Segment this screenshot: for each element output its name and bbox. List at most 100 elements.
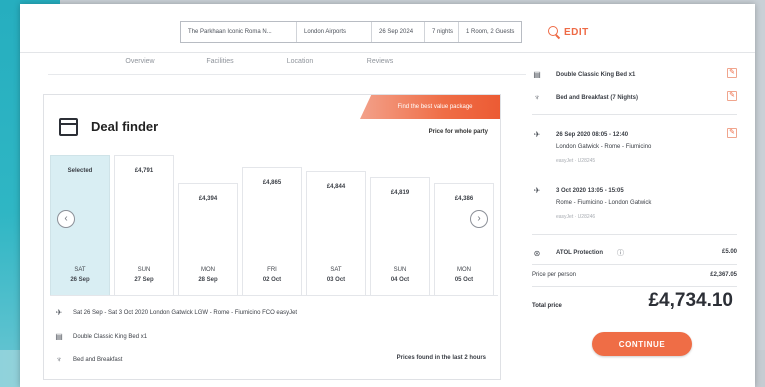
tab-overview[interactable]: Overview <box>100 58 180 65</box>
day-price: £4,844 <box>326 184 346 190</box>
tab-facilities[interactable]: Facilities <box>180 58 260 65</box>
best-value-banner[interactable]: Find the best value package <box>360 95 500 119</box>
day-weekday: SAT <box>74 267 86 273</box>
day-price: £4,865 <box>262 180 282 186</box>
edit-label: EDIT <box>564 26 589 38</box>
day-weekday: SUN <box>137 267 151 273</box>
inbound-flight-number: easyJet · U28246 <box>556 214 596 220</box>
tab-location[interactable]: Location <box>260 58 340 65</box>
day-date: 03 Oct <box>326 277 346 283</box>
room-summary-row: ▤ Double Classic King Bed x1 <box>54 332 147 341</box>
atol-label: ATOL Protection <box>556 250 604 256</box>
board-summary: Bed and Breakfast <box>73 356 123 363</box>
booking-window: The Parkhaan Iconic Roma N... London Air… <box>20 4 755 387</box>
atol-value: £5.00 <box>721 249 737 255</box>
room-summary: Double Classic King Bed x1 <box>73 333 148 340</box>
previous-dates-button[interactable]: ‹ <box>57 210 75 228</box>
next-dates-button[interactable]: › <box>470 210 488 228</box>
outbound-date-time: 26 Sep 2020 08:05 - 12:40 <box>556 131 629 138</box>
day-option[interactable]: £4,865 FRI 02 Oct <box>242 167 302 295</box>
continue-button[interactable]: CONTINUE <box>592 332 692 356</box>
calendar-icon <box>59 118 78 136</box>
day-price: £4,819 <box>390 190 410 196</box>
board-summary-row: ♆ Bed and Breakfast <box>54 355 122 364</box>
day-price: Selected <box>67 168 93 174</box>
tab-reviews[interactable]: Reviews <box>340 58 420 65</box>
day-date: 05 Oct <box>454 277 474 283</box>
chevron-left-icon: ‹ <box>64 213 68 224</box>
per-person-value: £2,367.05 <box>710 272 737 278</box>
day-date: 28 Sep <box>198 277 218 283</box>
rooms-chip[interactable]: 1 Room, 2 Guests <box>459 22 521 42</box>
hotel-chip[interactable]: The Parkhaan Iconic Roma N... <box>181 22 297 42</box>
summary-board-row: ♆ Bed and Breakfast (7 Nights) ✎ <box>532 91 737 102</box>
day-option[interactable]: £4,791 SUN 27 Sep <box>114 155 174 295</box>
outbound-flight-row: ✈ 26 Sep 2020 08:05 - 12:40 ✎ <box>532 128 737 139</box>
flight-summary: Sat 26 Sep - Sat 3 Oct 2020 London Gatwi… <box>73 309 298 316</box>
departure-chip[interactable]: London Airports <box>297 22 372 42</box>
day-price: £4,386 <box>454 196 474 202</box>
bed-icon: ▤ <box>55 332 63 341</box>
day-weekday: SUN <box>393 267 407 273</box>
header-divider <box>20 52 755 53</box>
inbound-route: Rome - Fiumicino - London Gatwick <box>556 200 652 206</box>
deal-finder-title: Deal finder <box>91 119 159 134</box>
day-price: £4,394 <box>198 196 218 202</box>
day-date: 26 Sep <box>70 277 90 283</box>
day-weekday: MON <box>457 267 471 273</box>
arrival-plane-icon: ✈ <box>533 186 541 195</box>
date-chip[interactable]: 26 Sep 2024 <box>372 22 425 42</box>
days-baseline <box>50 295 498 296</box>
day-price: £4,791 <box>134 168 154 174</box>
per-person-row: Price per person <box>532 272 576 278</box>
summary-room: Double Classic King Bed x1 <box>556 71 636 78</box>
nights-chip[interactable]: 7 nights <box>425 22 459 42</box>
day-date: 02 Oct <box>262 277 282 283</box>
day-option[interactable]: £4,394 MON 28 Sep <box>178 183 238 295</box>
search-icon <box>548 26 560 38</box>
plane-icon: ✈ <box>55 308 63 317</box>
edit-flight-icon[interactable]: ✎ <box>727 128 737 138</box>
edit-board-icon[interactable]: ✎ <box>727 91 737 101</box>
info-icon[interactable]: ⓘ <box>617 248 624 258</box>
booking-summary-panel: ▤ Double Classic King Bed x1 ✎ ♆ Bed and… <box>532 62 737 387</box>
prices-found-note: Prices found in the last 2 hours <box>396 355 486 361</box>
summary-divider <box>532 114 737 115</box>
day-weekday: MON <box>201 267 215 273</box>
flight-summary-row: ✈ Sat 26 Sep - Sat 3 Oct 2020 London Gat… <box>54 308 297 317</box>
price-note: Price for whole party <box>428 129 488 135</box>
date-selector: Selected SAT 26 Sep £4,791 SUN 27 Sep £4… <box>50 155 498 295</box>
tabs-divider <box>48 74 526 75</box>
day-option[interactable]: £4,819 SUN 04 Oct <box>370 177 430 295</box>
total-price-value: £4,734.10 <box>648 290 733 311</box>
inbound-flight-row: ✈ 3 Oct 2020 13:05 - 15:05 <box>532 186 737 195</box>
edit-room-icon[interactable]: ✎ <box>727 68 737 78</box>
day-option[interactable]: £4,844 SAT 03 Oct <box>306 171 366 295</box>
cutlery-icon: ♆ <box>56 355 62 364</box>
chevron-right-icon: › <box>477 213 481 224</box>
deal-finder-card: Find the best value package Deal finder … <box>43 94 501 380</box>
summary-room-row: ▤ Double Classic King Bed x1 ✎ <box>532 68 737 79</box>
bed-icon: ▤ <box>533 70 541 79</box>
total-price-label: Total price <box>532 303 562 309</box>
atol-row: ⊛ ATOL Protection ⓘ <box>532 248 624 258</box>
day-option[interactable]: £4,386 MON 05 Oct <box>434 183 494 295</box>
inbound-date-time: 3 Oct 2020 13:05 - 15:05 <box>556 187 624 194</box>
summary-divider <box>532 264 737 265</box>
summary-divider <box>532 234 737 235</box>
cutlery-icon: ♆ <box>534 93 540 102</box>
outbound-flight-number: easyJet · U28245 <box>556 158 596 164</box>
summary-divider <box>532 286 737 287</box>
summary-board: Bed and Breakfast (7 Nights) <box>556 94 639 101</box>
day-date: 27 Sep <box>134 277 154 283</box>
per-person-label: Price per person <box>532 272 577 278</box>
departure-plane-icon: ✈ <box>533 130 541 139</box>
hotel-tabs: Overview Facilities Location Reviews <box>100 58 420 65</box>
search-summary-bar[interactable]: The Parkhaan Iconic Roma N... London Air… <box>180 21 522 43</box>
day-weekday: SAT <box>330 267 342 273</box>
shield-icon: ⊛ <box>533 248 541 258</box>
outbound-route: London Gatwick - Rome - Fiumicino <box>556 144 652 150</box>
day-weekday: FRI <box>267 267 277 273</box>
day-date: 04 Oct <box>390 277 410 283</box>
edit-search-button[interactable]: EDIT <box>548 23 589 41</box>
